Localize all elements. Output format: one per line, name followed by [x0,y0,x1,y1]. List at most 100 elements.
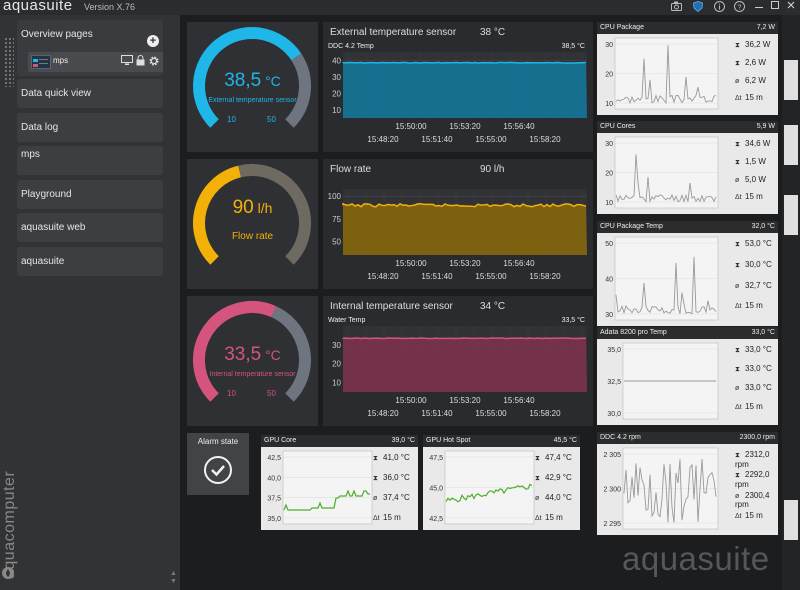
y-tick-label: 32,5 [607,379,621,386]
y-tick-label: 37,5 [267,496,281,503]
y-tick-label: 40 [605,277,613,284]
camera-icon[interactable] [670,1,682,13]
y-tick-label: 30 [605,141,613,148]
shield-icon[interactable] [692,1,704,13]
x-tick-label: 15:53:20 [449,396,481,405]
x-tick-label: 15:53:20 [449,122,481,131]
timespan-icon: Δt [735,404,742,411]
stat-max: ⧗ 2312,0 rpm [735,450,778,469]
gear-icon[interactable] [148,55,160,70]
scroll-arrows[interactable]: ▲ ▼ [170,570,177,586]
x-tick-label: 15:50:00 [395,122,427,131]
close-icon[interactable] [784,0,798,14]
gauge-internal-temperature: 33,5 °C Internal temperature sensor 10 50 [187,296,318,426]
mini-chart-ddc-rpm: DDC 4.2 rpm 2300,0 rpm 2 305 2 300 2 295 ⧗ 231… [597,432,778,535]
sidebar-item-label: aquasuite [21,256,65,267]
gauge-value: 33,5 °C [187,344,318,366]
sidebar-item-aquasuite[interactable]: aquasuite [17,247,163,276]
stat-avg: ø 33,0 °C [735,383,772,392]
y-tick-label: 20 [605,171,613,178]
chart-flow-rate: Flow rate 90 l/h 100 75 50 15:50:00 15:53:20 15… [323,159,593,289]
x-tick-label: 15:50:00 [395,259,427,268]
stat-value: 41,0 °C [383,453,410,462]
stat-max: ⧗ 53,0 °C [735,239,772,249]
lock-icon[interactable] [136,55,145,69]
sidebar-item-label: Data quick view [21,88,92,99]
x-tick-label: 15:51:40 [421,135,453,144]
resize-handle[interactable] [4,37,14,87]
sidebar-item-label: aquasuite web [21,222,86,233]
maximize-icon[interactable] [768,0,782,14]
x-tick-label: 15:55:00 [475,135,507,144]
info-icon[interactable] [713,1,725,13]
sidebar-item-data-quick-view[interactable]: Data quick view [17,79,163,108]
sidebar-item-label: Overview pages [21,29,93,40]
stat-value: 33,0 °C [745,364,772,373]
y-tick-label: 30 [332,341,341,350]
stat-max: ⧗ 33,0 °C [735,345,772,355]
hourglass-icon: ⧗ [735,141,740,148]
stat-value: 32,7 °C [745,280,772,290]
stat-avg: ø 6,2 W [735,76,766,85]
sidebar-item-playground[interactable]: Playground [17,180,163,209]
stat-value: 53,0 °C [745,239,772,248]
gauge-tick-max: 50 [267,115,276,124]
average-icon: ø [735,77,740,85]
stat-span: Δt 15 m [373,513,401,522]
chart-plot: 30 20 10 15:50:00 15:53:20 15:56:40 15:48:20 15… [332,326,587,418]
average-icon: ø [735,176,740,184]
stat-min: ⧗ 30,0 °C [735,260,772,270]
alarm-state-panel: Alarm state [187,433,249,495]
stat-value: 36,2 W [745,40,771,49]
sidebar-item-aquasuite-web[interactable]: aquasuite web [17,213,163,242]
x-tick-label: 15:55:00 [475,409,507,418]
gauge-number: 38,5 [224,70,262,91]
sidebar-item-data-log[interactable]: Data log [17,113,163,142]
stat-value: 47,4 °C [545,453,572,462]
add-page-icon[interactable]: + [147,35,159,47]
sidebar-item-mps[interactable]: mps [17,146,163,175]
y-tick-label: 2 305 [603,452,621,459]
stat-avg: ø 37,4 °C [373,493,410,502]
y-tick-label: 30 [332,73,341,82]
hourglass-icon: ⧗ [735,158,740,166]
gauge-external-temperature: 38,5 °C External temperature sensor 10 50 [187,22,318,152]
alarm-label: Alarm state [197,437,239,446]
stat-max: ⧗ 47,4 °C [535,453,572,463]
stat-value: 44,0 °C [545,493,572,502]
average-icon: ø [735,282,740,290]
timespan-icon: Δt [373,515,380,522]
gauge-unit: °C [261,347,281,363]
stat-avg: ø 32,7 °C [735,281,772,290]
monitor-icon[interactable] [121,55,133,69]
series-line [342,337,587,340]
timespan-icon: Δt [735,512,742,520]
stat-span: Δt 15 m [735,93,763,102]
x-tick-label: 15:58:20 [529,409,561,418]
stat-value: 15 m [745,301,763,311]
y-tick-label: 40 [332,56,341,65]
stat-value: 1,5 W [745,156,766,166]
gauge-label: Flow rate [231,231,274,242]
gauge-tick-min: 10 [227,389,236,398]
gauge-value: 38,5 °C [187,70,318,92]
sidebar-subitem-mps[interactable]: mps [28,52,163,72]
stat-min: ⧗ 1,5 W [735,157,766,167]
sidebar-item-label: Playground [21,189,72,200]
minimize-icon[interactable] [752,0,766,14]
chart-external-temperature: External temperature sensor 38 °C DDC 4.2 … [323,22,593,152]
timespan-icon: Δt [735,194,742,202]
background-window-edge [782,15,800,590]
hourglass-icon: ⧗ [735,472,740,480]
hourglass-icon: ⧗ [373,455,378,462]
mini-plot: 50 40 30 [605,236,719,321]
help-icon[interactable]: ? [733,1,745,13]
hourglass-icon: ⧗ [735,261,740,269]
subitem-label: mps [53,56,69,65]
brand-vertical-logo: aquacomputer [1,470,18,579]
y-tick-label: 35,0 [607,347,621,354]
series-area [343,203,587,255]
x-tick-label: 15:50:00 [395,396,427,405]
average-icon: ø [535,495,540,502]
gauge-unit: °C [261,73,281,89]
